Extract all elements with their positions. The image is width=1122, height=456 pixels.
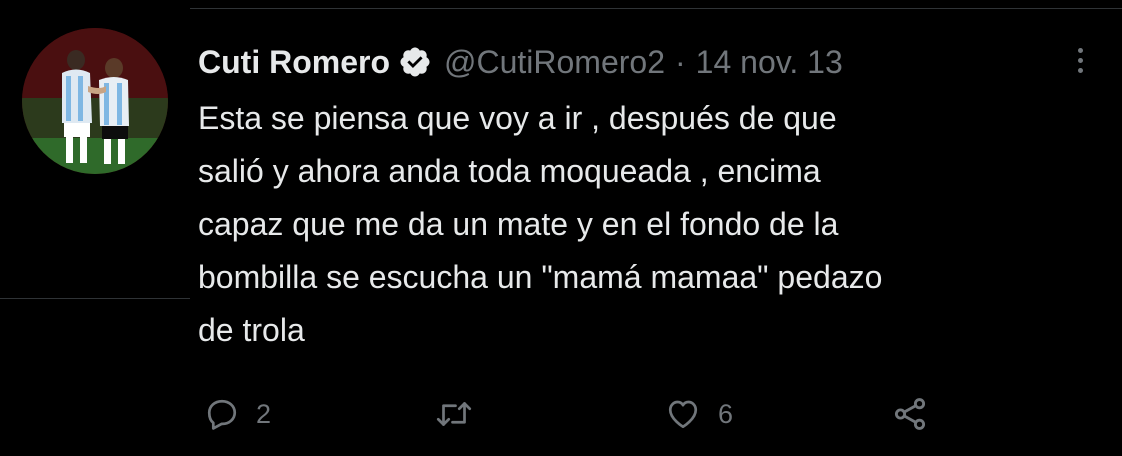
user-handle[interactable]: @CutiRomero2 <box>444 44 665 81</box>
share-icon <box>890 395 930 433</box>
heart-icon <box>664 396 702 432</box>
header-separator: · <box>675 43 686 80</box>
more-options-icon[interactable] <box>1066 40 1094 80</box>
top-divider <box>190 8 1122 9</box>
tweet-header: Cuti Romero @CutiRomero2 · 14 nov. 13 <box>198 36 843 88</box>
retweet-icon <box>434 396 474 432</box>
tweet-text: Esta se piensa que voy a ir , después de… <box>198 100 883 348</box>
avatar-photo <box>22 28 168 174</box>
reply-icon <box>204 396 240 432</box>
reply-count: 2 <box>256 398 272 429</box>
avatar-column-divider <box>0 298 190 299</box>
avatar[interactable] <box>22 28 168 174</box>
like-count: 6 <box>718 398 734 429</box>
reply-button[interactable]: 2 <box>204 392 271 436</box>
tweet-actions: 2 6 <box>0 392 1122 436</box>
like-button[interactable]: 6 <box>664 392 733 436</box>
retweet-button[interactable] <box>434 392 490 436</box>
verified-badge-icon <box>398 45 432 79</box>
tweet-date[interactable]: 14 nov. 13 <box>696 44 843 81</box>
share-button[interactable] <box>890 392 930 436</box>
display-name[interactable]: Cuti Romero <box>198 44 390 81</box>
